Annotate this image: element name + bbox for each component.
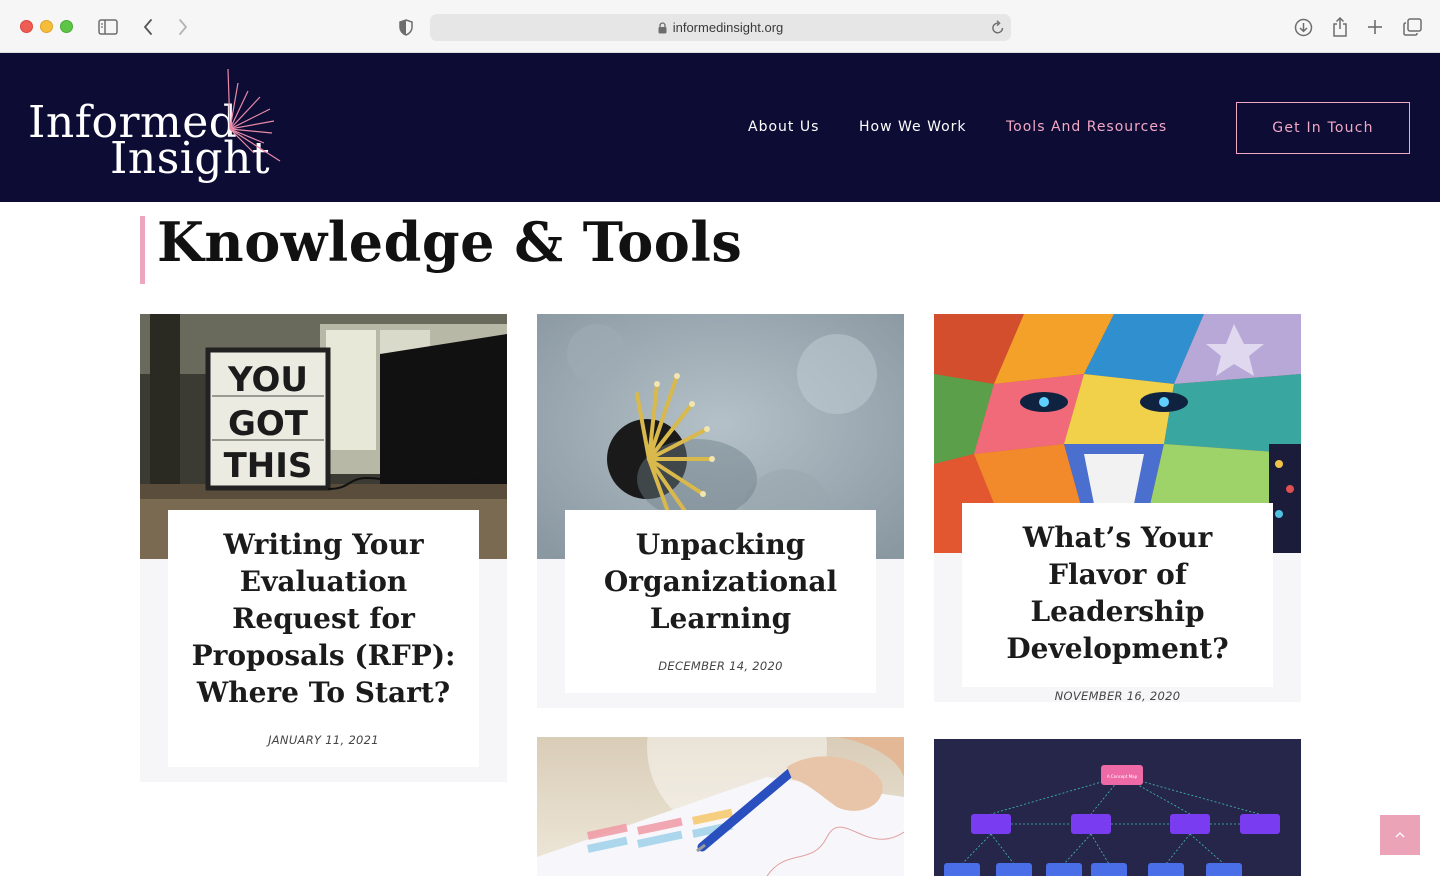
- lock-icon: [658, 21, 667, 34]
- site-header: Informed Insight About Us How We Work To…: [0, 53, 1440, 202]
- lightbox-word-got: GOT: [228, 404, 309, 444]
- back-icon[interactable]: [140, 14, 156, 40]
- sidebar-toggle-icon[interactable]: [97, 14, 119, 40]
- post-card-learning-body: Unpacking Organizational Learning DECEMB…: [565, 510, 876, 693]
- tab-overview-icon[interactable]: [1402, 14, 1422, 40]
- nav-about-us[interactable]: About Us: [748, 119, 819, 135]
- post-date: JANUARY 11, 2021: [268, 733, 379, 747]
- address-text: informedinsight.org: [672, 20, 784, 35]
- post-card-leadership-body: What’s Your Flavor of Leadership Develop…: [962, 503, 1273, 703]
- lightbox-word-this: THIS: [224, 446, 313, 486]
- post-image-concept-map[interactable]: A Concept Map: [934, 739, 1301, 876]
- logo-burst-icon: [227, 69, 281, 162]
- post-title[interactable]: Unpacking Organizational Learning: [565, 526, 876, 637]
- reload-icon[interactable]: [991, 19, 1005, 35]
- new-tab-icon[interactable]: [1366, 14, 1384, 40]
- nav-tools-and-resources[interactable]: Tools And Resources: [1006, 119, 1167, 135]
- share-icon[interactable]: [1331, 14, 1349, 40]
- get-in-touch-button[interactable]: Get In Touch: [1236, 102, 1410, 154]
- post-title[interactable]: Writing Your Evaluation Request for Prop…: [168, 526, 479, 711]
- post-date: NOVEMBER 16, 2020: [1054, 689, 1181, 703]
- address-bar[interactable]: informedinsight.org: [430, 14, 1011, 41]
- post-title[interactable]: What’s Your Flavor of Leadership Develop…: [962, 519, 1273, 667]
- forward-icon[interactable]: [175, 14, 191, 40]
- post-date: DECEMBER 14, 2020: [658, 659, 783, 673]
- minimize-window-button[interactable]: [40, 20, 53, 33]
- site-logo[interactable]: Informed Insight: [28, 69, 288, 189]
- post-image-chart-pen[interactable]: [537, 737, 904, 876]
- privacy-shield-icon[interactable]: [397, 14, 415, 40]
- browser-toolbar: informedinsight.org: [0, 0, 1440, 53]
- nav-how-we-work[interactable]: How We Work: [859, 119, 967, 135]
- back-to-top-button[interactable]: [1380, 815, 1420, 855]
- title-accent-bar: [140, 216, 145, 284]
- zoom-window-button[interactable]: [60, 20, 73, 33]
- lightbox-word-you: YOU: [227, 360, 308, 400]
- downloads-icon[interactable]: [1293, 14, 1313, 40]
- post-card-rfp-body: Writing Your Evaluation Request for Prop…: [168, 510, 479, 767]
- close-window-button[interactable]: [20, 20, 33, 33]
- concept-map-root-label: A Concept Map: [1107, 774, 1138, 779]
- chevron-up-icon: [1395, 832, 1405, 838]
- page-title: Knowledge & Tools: [157, 210, 743, 274]
